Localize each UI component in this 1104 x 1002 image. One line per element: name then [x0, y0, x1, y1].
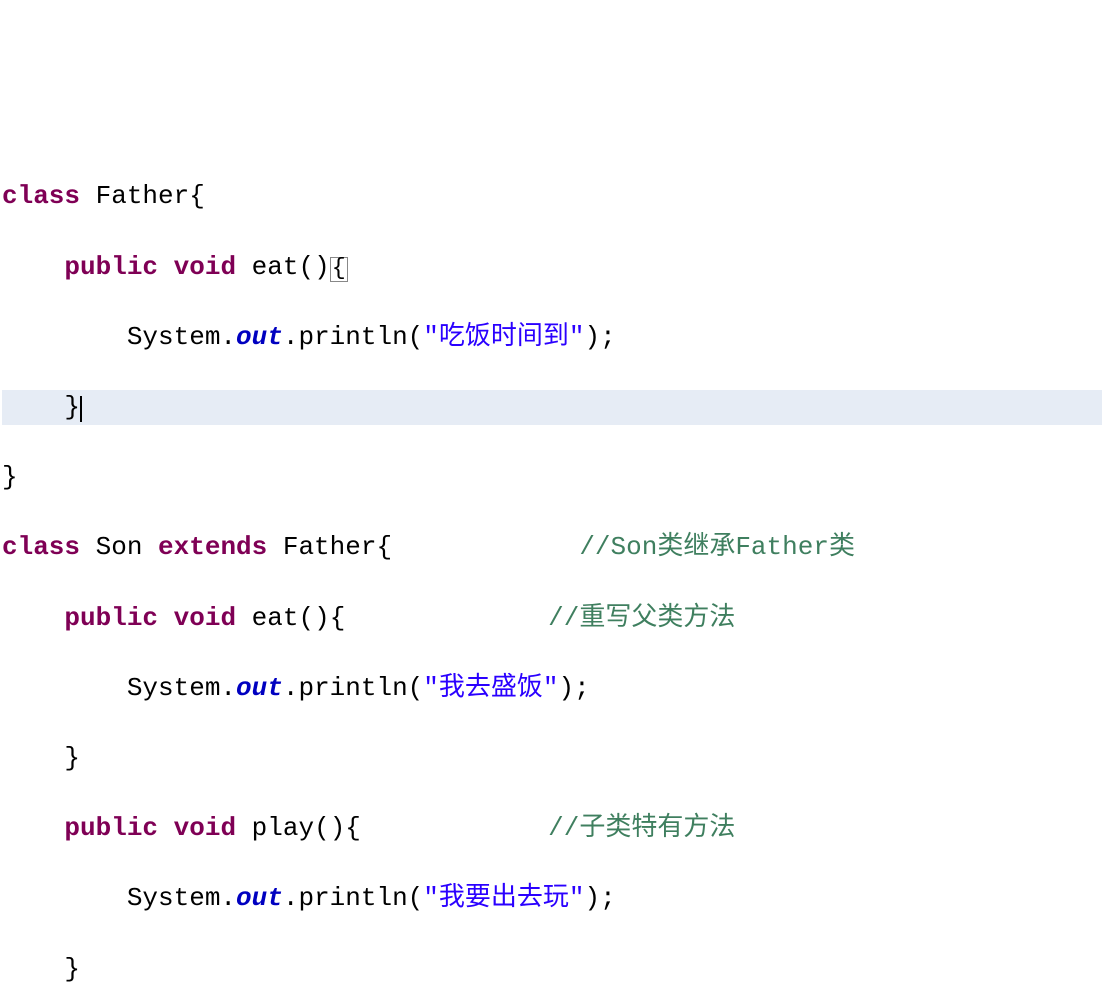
- text: }: [2, 743, 80, 773]
- keyword-void: void: [174, 252, 236, 282]
- keyword-public: public: [64, 813, 158, 843]
- field-out: out: [236, 883, 283, 913]
- indent: [2, 813, 64, 843]
- field-out: out: [236, 322, 283, 352]
- code-line-7: public void eat(){ //重写父类方法: [2, 601, 1102, 636]
- text: );: [585, 883, 616, 913]
- text: [158, 813, 174, 843]
- code-block: class Father{ public void eat(){ System.…: [2, 144, 1102, 1002]
- bracket-highlight: {: [330, 257, 348, 282]
- code-line-9: }: [2, 741, 1102, 776]
- text: play(){: [236, 813, 548, 843]
- indent: [2, 603, 64, 633]
- keyword-extends: extends: [158, 532, 267, 562]
- text: Son: [80, 532, 158, 562]
- text: }: [2, 954, 80, 984]
- text: System.: [2, 322, 236, 352]
- text: );: [559, 673, 590, 703]
- comment: //Son类继承Father类: [579, 532, 855, 562]
- keyword-public: public: [64, 252, 158, 282]
- text: }: [2, 462, 18, 492]
- text: Father{: [80, 181, 205, 211]
- code-line-11: System.out.println("我要出去玩");: [2, 881, 1102, 916]
- text: .println(: [283, 883, 423, 913]
- comment: //重写父类方法: [548, 603, 735, 633]
- text: .println(: [283, 322, 423, 352]
- string-literal: "我要出去玩": [423, 883, 584, 913]
- keyword-class: class: [2, 532, 80, 562]
- text-cursor: [80, 396, 82, 422]
- string-literal: "我去盛饭": [423, 673, 558, 703]
- field-out: out: [236, 673, 283, 703]
- keyword-public: public: [64, 603, 158, 633]
- comment: //子类特有方法: [548, 813, 735, 843]
- code-line-6: class Son extends Father{ //Son类继承Father…: [2, 530, 1102, 565]
- text: }: [2, 392, 80, 422]
- indent: [2, 252, 64, 282]
- keyword-class: class: [2, 181, 80, 211]
- text: eat(){: [236, 603, 548, 633]
- code-line-1: class Father{: [2, 179, 1102, 214]
- text: [158, 603, 174, 633]
- code-line-4-highlighted: }: [2, 390, 1102, 425]
- text: System.: [2, 883, 236, 913]
- text: [158, 252, 174, 282]
- text: eat(): [236, 252, 330, 282]
- code-line-5: }: [2, 460, 1102, 495]
- code-line-8: System.out.println("我去盛饭");: [2, 671, 1102, 706]
- text: .println(: [283, 673, 423, 703]
- code-line-2: public void eat(){: [2, 250, 1102, 285]
- text: );: [585, 322, 616, 352]
- code-line-12: }: [2, 952, 1102, 987]
- keyword-void: void: [174, 603, 236, 633]
- text: Father{: [267, 532, 579, 562]
- string-literal: "吃饭时间到": [423, 322, 584, 352]
- text: System.: [2, 673, 236, 703]
- code-line-3: System.out.println("吃饭时间到");: [2, 320, 1102, 355]
- keyword-void: void: [174, 813, 236, 843]
- code-line-10: public void play(){ //子类特有方法: [2, 811, 1102, 846]
